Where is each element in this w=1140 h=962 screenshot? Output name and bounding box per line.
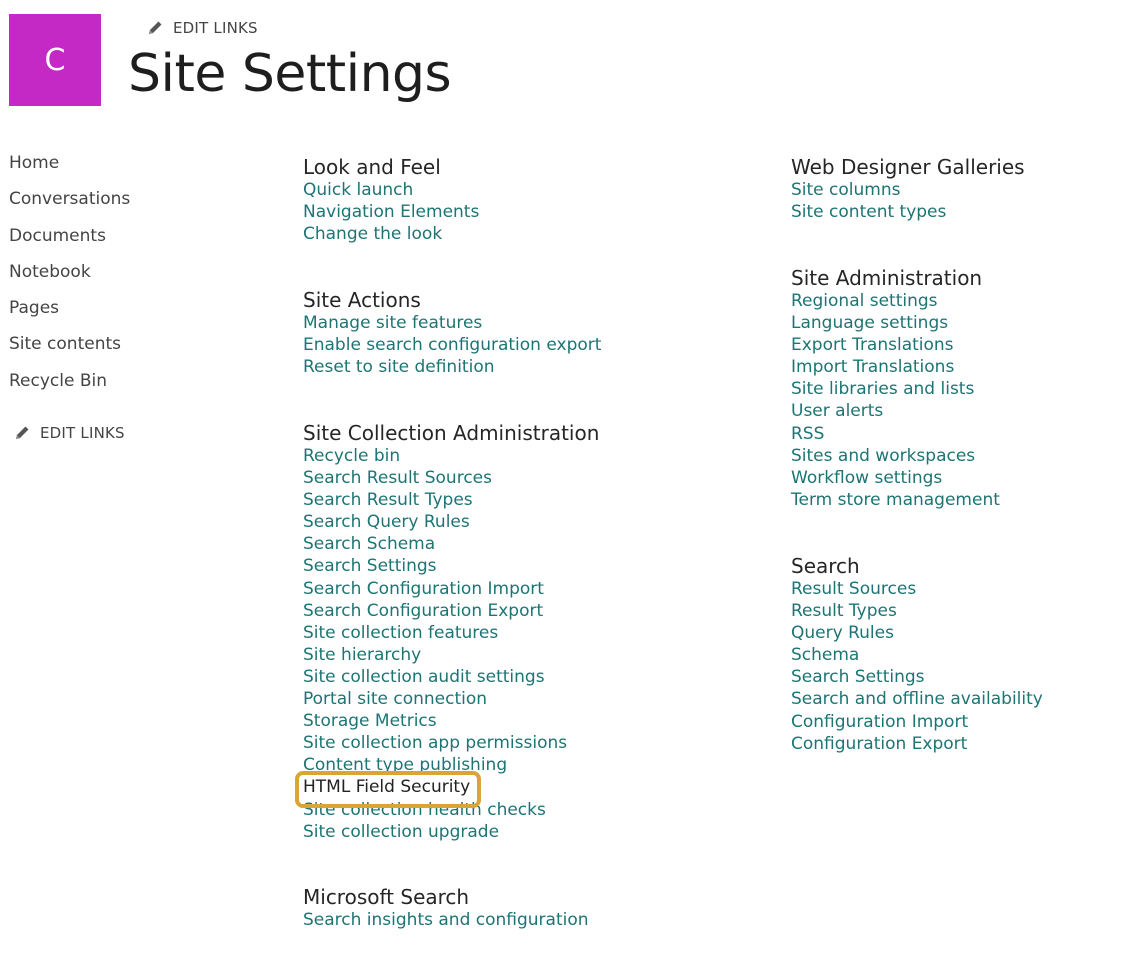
link-content-type-publishing[interactable]: Content type publishing: [303, 754, 599, 776]
link-storage-metrics[interactable]: Storage Metrics: [303, 710, 599, 732]
top-edit-links-button[interactable]: EDIT LINKS: [146, 19, 258, 37]
link-html-field-security[interactable]: HTML Field Security: [303, 776, 599, 798]
section-web-designer-galleries: Web Designer Galleries Site columns Site…: [791, 155, 1025, 223]
link-search-schema[interactable]: Search Schema: [303, 533, 599, 555]
link-schema[interactable]: Schema: [791, 644, 1043, 666]
link-change-the-look[interactable]: Change the look: [303, 223, 479, 245]
link-search-configuration-export[interactable]: Search Configuration Export: [303, 600, 599, 622]
link-search-settings[interactable]: Search Settings: [303, 555, 599, 577]
section-look-and-feel: Look and Feel Quick launch Navigation El…: [303, 155, 479, 245]
section-site-administration: Site Administration Regional settings La…: [791, 266, 1000, 511]
link-search-result-types[interactable]: Search Result Types: [303, 489, 599, 511]
section-microsoft-search: Microsoft Search Search insights and con…: [303, 885, 589, 931]
section-title: Look and Feel: [303, 155, 441, 179]
link-site-collection-upgrade[interactable]: Site collection upgrade: [303, 821, 599, 843]
top-edit-links-label: EDIT LINKS: [173, 19, 258, 37]
link-site-collection-app-permissions[interactable]: Site collection app permissions: [303, 732, 599, 754]
nav-edit-links-button[interactable]: EDIT LINKS: [13, 424, 125, 442]
link-result-sources[interactable]: Result Sources: [791, 578, 1043, 600]
nav-item-pages[interactable]: Pages: [9, 295, 130, 331]
section-title: Microsoft Search: [303, 885, 470, 909]
nav-edit-links-label: EDIT LINKS: [40, 424, 125, 442]
link-configuration-export[interactable]: Configuration Export: [791, 733, 1043, 755]
link-search-and-offline-availability[interactable]: Search and offline availability: [791, 688, 1043, 710]
link-regional-settings[interactable]: Regional settings: [791, 290, 1000, 312]
section-site-actions: Site Actions Manage site features Enable…: [303, 288, 601, 378]
link-navigation-elements[interactable]: Navigation Elements: [303, 201, 479, 223]
link-term-store-management[interactable]: Term store management: [791, 489, 1000, 511]
link-export-translations[interactable]: Export Translations: [791, 334, 1000, 356]
site-logo-letter: C: [44, 42, 66, 78]
section-title: Search: [791, 554, 860, 578]
link-site-content-types[interactable]: Site content types: [791, 201, 1025, 223]
link-import-translations[interactable]: Import Translations: [791, 356, 1000, 378]
link-query-rules[interactable]: Query Rules: [791, 622, 1043, 644]
section-title: Site Actions: [303, 288, 421, 312]
link-recycle-bin[interactable]: Recycle bin: [303, 445, 599, 467]
link-site-collection-audit-settings[interactable]: Site collection audit settings: [303, 666, 599, 688]
link-result-types[interactable]: Result Types: [791, 600, 1043, 622]
link-search-insights-and-configuration[interactable]: Search insights and configuration: [303, 909, 589, 931]
link-reset-to-site-definition[interactable]: Reset to site definition: [303, 356, 601, 378]
section-title: Site Administration: [791, 266, 983, 290]
link-rss[interactable]: RSS: [791, 423, 1000, 445]
link-configuration-import[interactable]: Configuration Import: [791, 711, 1043, 733]
link-language-settings[interactable]: Language settings: [791, 312, 1000, 334]
link-user-alerts[interactable]: User alerts: [791, 400, 1000, 422]
nav-item-conversations[interactable]: Conversations: [9, 186, 130, 222]
nav-item-site-contents[interactable]: Site contents: [9, 331, 130, 367]
link-search-settings-site[interactable]: Search Settings: [791, 666, 1043, 688]
link-site-collection-features[interactable]: Site collection features: [303, 622, 599, 644]
link-search-result-sources[interactable]: Search Result Sources: [303, 467, 599, 489]
pencil-icon: [16, 426, 29, 439]
left-nav: Home Conversations Documents Notebook Pa…: [9, 150, 130, 404]
section-search: Search Result Sources Result Types Query…: [791, 554, 1043, 755]
pencil-icon: [149, 21, 162, 34]
nav-item-notebook[interactable]: Notebook: [9, 259, 130, 295]
nav-item-documents[interactable]: Documents: [9, 223, 130, 259]
section-title: Web Designer Galleries: [791, 155, 1025, 179]
link-search-configuration-import[interactable]: Search Configuration Import: [303, 578, 599, 600]
section-title: Site Collection Administration: [303, 421, 600, 445]
link-enable-search-config-export[interactable]: Enable search configuration export: [303, 334, 601, 356]
link-workflow-settings[interactable]: Workflow settings: [791, 467, 1000, 489]
link-site-columns[interactable]: Site columns: [791, 179, 1025, 201]
link-site-libraries-and-lists[interactable]: Site libraries and lists: [791, 378, 1000, 400]
link-manage-site-features[interactable]: Manage site features: [303, 312, 601, 334]
link-sites-and-workspaces[interactable]: Sites and workspaces: [791, 445, 1000, 467]
section-site-collection-administration: Site Collection Administration Recycle b…: [303, 421, 599, 843]
site-logo[interactable]: C: [9, 14, 101, 106]
link-search-query-rules[interactable]: Search Query Rules: [303, 511, 599, 533]
link-portal-site-connection[interactable]: Portal site connection: [303, 688, 599, 710]
page-title: Site Settings: [128, 44, 452, 104]
nav-item-home[interactable]: Home: [9, 150, 130, 186]
link-site-collection-health-checks[interactable]: Site collection health checks: [303, 799, 599, 821]
nav-item-recycle-bin[interactable]: Recycle Bin: [9, 368, 130, 404]
link-site-hierarchy[interactable]: Site hierarchy: [303, 644, 599, 666]
link-quick-launch[interactable]: Quick launch: [303, 179, 479, 201]
